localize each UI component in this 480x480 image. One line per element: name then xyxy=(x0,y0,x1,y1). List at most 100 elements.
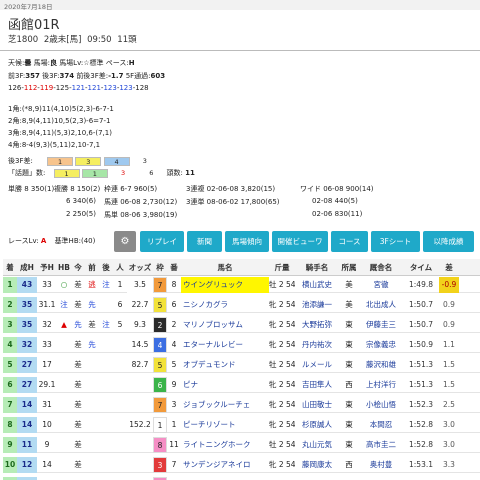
jockey-link[interactable]: 丹内祐次 xyxy=(295,337,339,353)
jockey-link[interactable]: 池添謙一 xyxy=(295,297,339,313)
column-header[interactable]: オッズ xyxy=(127,259,153,276)
horse-name-link[interactable]: ライトニングホーク xyxy=(181,437,269,453)
quinella-payout: 馬連 06-08 2,730(12) xyxy=(104,198,178,206)
waku-cell: 1 xyxy=(153,417,167,433)
column-header[interactable]: 予H xyxy=(37,259,57,276)
stable-link[interactable]: 小桧山悟 xyxy=(359,397,403,413)
uma-cell: 11 xyxy=(169,440,179,449)
table-row[interactable]: 14333○差逃注13.578ウイングリュック牡 2 54.0横山武史美宮徹1:… xyxy=(3,277,480,293)
column-header[interactable]: 所属 xyxy=(339,259,359,276)
jockey-link[interactable]: 横山武史 xyxy=(295,277,339,293)
column-header[interactable]: 番 xyxy=(167,259,181,276)
topic-row: 「話題」数: 1 1 3 6 頭数: 11 xyxy=(8,168,195,178)
stable-link[interactable]: 北出成人 xyxy=(359,297,403,313)
jockey-link[interactable]: 杉原誠人 xyxy=(295,417,339,433)
jockey-link[interactable]: 大野拓弥 xyxy=(295,317,339,333)
ato-cell xyxy=(99,437,113,453)
waku-cell: 8 xyxy=(153,437,167,453)
horse-name-link[interactable]: ジョブックルーチェ xyxy=(181,397,269,413)
weight-cell: 牝 2 54.0 xyxy=(269,460,295,469)
yh-cell: 33 xyxy=(42,340,52,349)
column-header[interactable]: 馬名 xyxy=(181,259,269,276)
column-header[interactable]: 厩舎名 xyxy=(359,259,403,276)
ima-cell: 差 xyxy=(74,300,82,309)
horse-name-link[interactable]: ウイングリュック xyxy=(181,277,269,293)
rank-cell: 8 xyxy=(3,417,17,433)
horse-name-link[interactable]: ピーチリゾート xyxy=(181,417,269,433)
jockey-link[interactable]: 丸山元気 xyxy=(295,437,339,453)
margin-cell: 0.9 xyxy=(443,300,455,309)
mae-cell xyxy=(85,457,99,473)
column-header[interactable]: 今 xyxy=(71,259,85,276)
stable-link[interactable]: 本間忍 xyxy=(359,417,403,433)
table-row[interactable]: 1012 14 差 37 サンデンジアネイロ牝 2 54.0藤岡康太西奥村豊 1:53.1… xyxy=(3,457,480,473)
table-row[interactable]: 62729.1差69ピナ牝 2 54.0吉田隼人西上村洋行1:51.31.5 xyxy=(3,377,480,393)
horse-name-link[interactable]: エターナルレビー xyxy=(181,337,269,353)
jockey-link[interactable]: 藤岡康太 xyxy=(295,457,339,473)
ima-cell: 差 xyxy=(74,280,82,289)
yh-cell: 9 xyxy=(44,440,50,449)
stable-link[interactable]: 宮徹 xyxy=(359,277,403,293)
shozoku-cell: 美 xyxy=(345,280,353,289)
settings-button[interactable]: ⚙ xyxy=(114,231,136,252)
column-header[interactable]: 人 xyxy=(113,259,127,276)
sh-cell: 11 xyxy=(17,437,37,453)
3f-sheet-button[interactable]: 3Fシート xyxy=(371,231,420,252)
column-header[interactable]: 着 xyxy=(3,259,17,276)
jockey-link[interactable]: 吉田隼人 xyxy=(295,377,339,393)
table-row[interactable]: 71431差73ジョブックルーチェ牝 2 54.0山田敬士東小桧山悟1:52.3… xyxy=(3,397,480,413)
shozoku-cell: 東 xyxy=(345,320,353,329)
column-header[interactable]: 後 xyxy=(99,259,113,276)
table-row[interactable]: 23531.1注差先622.756ニシノカグラ牝 2 54.0池添謙一美北出成人… xyxy=(3,297,480,313)
weight-cell: 牝 2 54.0 xyxy=(269,400,295,409)
horse-name-link[interactable]: サンデンジアネイロ xyxy=(181,457,269,473)
column-header[interactable]: 成H xyxy=(17,259,37,276)
trifecta-payout: 3連単 08-06-02 17,800(65) xyxy=(186,198,280,206)
mae-cell xyxy=(85,417,99,433)
stable-link[interactable]: 伊藤圭三 xyxy=(359,317,403,333)
table-row[interactable]: 9119差811ライトニングホーク牡 2 54.0丸山元気東高市圭二1:52.8… xyxy=(3,437,480,453)
column-header[interactable]: 枠 xyxy=(153,259,167,276)
column-header[interactable]: タイム xyxy=(403,259,439,276)
column-header[interactable]: 斤量 xyxy=(269,259,295,276)
horse-name-link[interactable]: マリノブロッサム xyxy=(181,317,269,333)
uma-cell: 6 xyxy=(171,300,177,309)
track-trend-button[interactable]: 馬場傾向 xyxy=(225,231,269,252)
wide-payout: 02-06 830(11) xyxy=(312,210,363,218)
track-level-label: 馬場Lv: xyxy=(59,59,84,67)
replay-button[interactable]: リプレイ xyxy=(140,231,184,252)
uma-cell: 3 xyxy=(171,400,177,409)
course-button[interactable]: コース xyxy=(331,231,368,252)
column-header[interactable]: 騎手名 xyxy=(295,259,339,276)
stable-link[interactable]: 宗像義忠 xyxy=(359,337,403,353)
margin-cell: 1.1 xyxy=(443,340,455,349)
horse-name-link[interactable]: オブデュモンド xyxy=(181,357,269,373)
horse-name-link[interactable]: ニシノカグラ xyxy=(181,297,269,313)
meeting-viewer-button[interactable]: 開催ビューワ xyxy=(272,231,328,252)
newspaper-button[interactable]: 新聞 xyxy=(187,231,222,252)
ato-cell xyxy=(99,397,113,413)
table-row[interactable]: 52717差82.755オブデュモンド牡 2 54.0ルメール東藤沢和雄1:51… xyxy=(3,357,480,373)
corner-4: 4角:8-4(9,3)(5,11)2,10-7,1 xyxy=(8,140,100,150)
table-row[interactable]: 43233差先14.544エターナルレビー牝 2 54.0丹内祐次東宗像義忠1:… xyxy=(3,337,480,353)
horse-name-link[interactable]: ピナ xyxy=(181,377,269,393)
column-header[interactable]: 前 xyxy=(85,259,99,276)
track-value: 良 xyxy=(49,59,57,67)
column-header[interactable]: HB xyxy=(57,259,71,276)
table-row[interactable]: 81410差152.211ピーチリゾート牝 2 54.0杉原誠人東本間忍1:52… xyxy=(3,417,480,433)
stable-link[interactable]: 高市圭二 xyxy=(359,437,403,453)
waku-cell: 4 xyxy=(153,337,167,353)
waku-cell: 2 xyxy=(153,317,167,333)
waku-cell: 7 xyxy=(153,397,167,413)
column-header[interactable]: 差 xyxy=(439,259,459,276)
jockey-link[interactable]: ルメール xyxy=(295,357,339,373)
later-results-button[interactable]: 以降成績 xyxy=(423,231,474,252)
stable-link[interactable]: 奥村豊 xyxy=(359,457,403,473)
table-row[interactable]: 335 32 ▲ 先差注5 9.3 22 マリノブロッサム牝 2 54.0大野拓弥東伊藤圭三… xyxy=(3,317,480,333)
ima-cell: 差 xyxy=(74,360,82,369)
jockey-link[interactable]: 山田敬士 xyxy=(295,397,339,413)
race-date: 2020年7月18日 xyxy=(4,3,53,11)
stable-link[interactable]: 上村洋行 xyxy=(359,377,403,393)
stable-link[interactable]: 藤沢和雄 xyxy=(359,357,403,373)
odds-cell: 3.5 xyxy=(127,277,153,293)
